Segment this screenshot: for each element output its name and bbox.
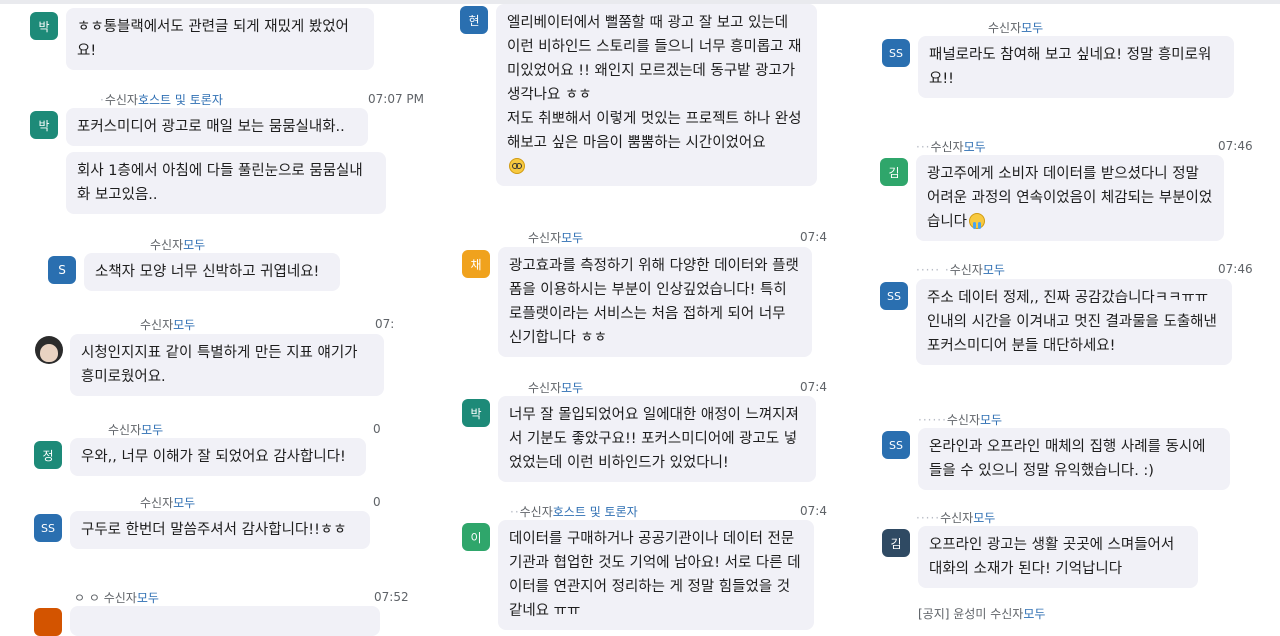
message-bubble: 광고주에게 소비자 데이터를 받으셨다니 정말 어려운 과정의 연속이었음이 체…: [916, 155, 1224, 241]
message-recipient: 수신자모두: [150, 238, 206, 252]
message-bubble: [70, 606, 380, 636]
message-bubble: 포커스미디어 광고로 매일 보는 뭄뭄실내화..: [66, 108, 368, 146]
message-bubble: 소책자 모양 너무 신박하고 귀엽네요!: [84, 253, 340, 291]
recipient-role: 모두: [980, 413, 1003, 427]
recipient-role: 모두: [141, 423, 164, 437]
message-bubble: 회사 1층에서 아침에 다들 풀린눈으로 뭄뭄실내화 보고있음..: [66, 152, 386, 214]
avatar: SS: [880, 282, 908, 310]
avatar: 박: [30, 111, 58, 139]
nerd-face-emoji: [509, 158, 525, 174]
message-recipient: 수신자모두: [140, 496, 196, 510]
recipient-role: 모두: [963, 140, 986, 154]
recipient-role: 모두: [561, 381, 584, 395]
message-time: 07:4: [800, 380, 827, 394]
avatar: S: [48, 256, 76, 284]
message-recipient: ···수신자모두: [916, 140, 986, 154]
message-recipient: 수신자모두: [108, 423, 164, 437]
message-time: 0: [373, 422, 381, 436]
recipient-role: 호스트 및 토론자: [137, 93, 223, 107]
message-bubble: 엘리베이터에서 뻘쭘할 때 광고 잘 보고 있는데 이런 비하인드 스토리를 들…: [496, 4, 817, 186]
message-time: 0: [373, 495, 381, 509]
avatar: 채: [462, 250, 490, 278]
message-recipient: [공지] 윤성미 수신자모두: [918, 607, 1046, 621]
message-recipient: ·····수신자모두: [916, 511, 996, 525]
recipient-role: 모두: [136, 591, 159, 605]
message-time: 07:46: [1218, 262, 1253, 276]
message-time: 07:52: [374, 590, 409, 604]
recipient-role: 모두: [1021, 21, 1044, 35]
avatar: [34, 608, 62, 636]
message-bubble: 너무 잘 몰입되었어요 일에대한 애정이 느껴지져서 기분도 좋았구요!! 포커…: [498, 396, 816, 482]
avatar: SS: [882, 39, 910, 67]
message-bubble: 주소 데이터 정제,, 진짜 공감갔습니다ㅋㅋㅠㅠ 인내의 시간을 이겨내고 멋…: [916, 279, 1232, 365]
avatar: 김: [882, 529, 910, 557]
message-bubble: 온라인과 오프라인 매체의 집행 사례를 동시에 들을 수 있으니 정말 유익했…: [918, 428, 1230, 490]
message-recipient: 수신자모두: [528, 231, 584, 245]
message-bubble: 구두로 한번더 말씀주셔서 감사합니다!!ㅎㅎ: [70, 511, 370, 549]
message-bubble: 광고효과를 측정하기 위해 다양한 데이터와 플랫폼을 이용하시는 부분이 인상…: [498, 247, 812, 357]
message-recipient: ㅇ ㅇ 수신자모두: [74, 591, 159, 605]
recipient-role: 모두: [973, 511, 996, 525]
message-bubble: 데이터를 구매하거나 공공기관이나 데이터 전문 기관과 협업한 것도 기억에 …: [498, 520, 814, 630]
recipient-role: 호스트 및 토론자: [552, 505, 638, 519]
message-bubble: 우와,, 너무 이해가 잘 되었어요 감사합니다!: [70, 438, 366, 476]
message-time: 07:4: [800, 230, 827, 244]
message-time: 07:46: [1218, 139, 1253, 153]
avatar: 박: [462, 399, 490, 427]
message-bubble: 오프라인 광고는 생활 곳곳에 스며들어서 대화의 소재가 된다! 기억납니다: [918, 526, 1198, 588]
avatar: 이: [462, 523, 490, 551]
avatar: 박: [30, 12, 58, 40]
avatar: SS: [882, 431, 910, 459]
profile-photo-avatar: [35, 336, 63, 364]
avatar: SS: [34, 514, 62, 542]
avatar: 현: [460, 6, 488, 34]
message-bubble: 패널로라도 참여해 보고 싶네요! 정말 흥미로워요!!: [918, 36, 1234, 98]
message-time: 07:: [375, 317, 395, 331]
recipient-role: 모두: [982, 263, 1005, 277]
avatar: 김: [880, 158, 908, 186]
recipient-role: 모두: [173, 496, 196, 510]
message-recipient: ····· ·수신자모두: [916, 263, 1005, 277]
recipient-role: 모두: [183, 238, 206, 252]
message-time: 07:07 PM: [368, 92, 424, 106]
message-recipient: 수신자모두: [140, 318, 196, 332]
recipient-role: 모두: [561, 231, 584, 245]
message-recipient: 수신자모두: [528, 381, 584, 395]
message-bubble: 시청인지지표 같이 특별하게 만든 지표 얘기가 흥미로웠어요.: [70, 334, 384, 396]
avatar: 정: [34, 441, 62, 469]
crying-face-emoji: [969, 213, 986, 229]
message-recipient: 수신자모두: [988, 21, 1044, 35]
message-recipient: ······수신자모두: [918, 413, 1003, 427]
message-recipient: ··수신자호스트 및 토론자: [510, 505, 638, 519]
message-recipient: ·수신자호스트 및 토론자: [100, 93, 223, 107]
message-bubble: ㅎㅎ통블랙에서도 관련글 되게 재밌게 봤었어요!: [66, 8, 374, 70]
message-time: 07:4: [800, 504, 827, 518]
recipient-role: 모두: [1023, 607, 1046, 621]
recipient-role: 모두: [173, 318, 196, 332]
